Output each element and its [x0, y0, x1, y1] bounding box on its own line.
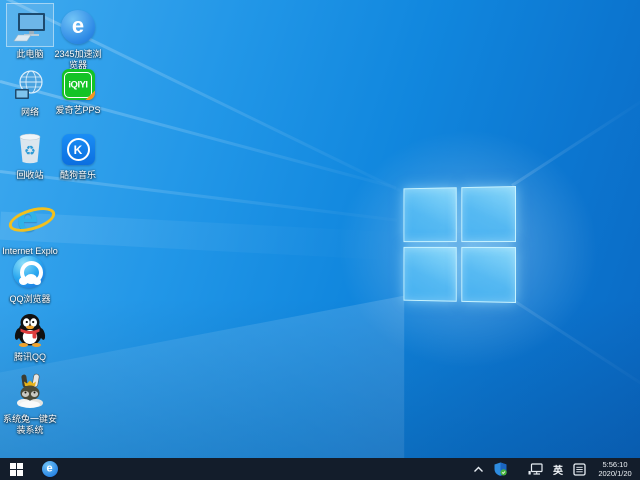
recycle-bin-icon: ♻	[6, 124, 54, 168]
desktop-icon-qq-browser[interactable]: QQ浏览器	[2, 248, 58, 305]
chevron-up-icon	[473, 466, 483, 472]
ethernet-monitor-icon	[528, 462, 543, 475]
ime-keyboard-icon	[573, 462, 586, 476]
computer-monitor-icon	[6, 3, 54, 47]
iqiyi-green-square-icon: iQIYI	[56, 59, 101, 103]
tray-ime-button[interactable]	[572, 458, 587, 480]
kugou-k-circle-icon: K	[56, 124, 101, 168]
system-tray: 英 5:56:10 2020/1/20	[471, 458, 640, 480]
icon-label: 爱奇艺PPS	[55, 105, 101, 115]
wallpaper-ray	[511, 99, 640, 187]
svg-text:♻: ♻	[24, 143, 36, 158]
wallpaper-light-wedge	[0, 295, 405, 480]
desktop-icon-tencent-qq[interactable]: 腾讯QQ	[2, 306, 58, 363]
ie-e-ring-icon: e	[3, 188, 59, 244]
taskbar-pinned-2345-browser[interactable]: e	[33, 458, 66, 480]
icon-label: 系统兔一键安装系统	[2, 414, 57, 435]
icon-label: 此电脑	[16, 49, 44, 59]
wallpaper-ray	[0, 211, 399, 261]
desktop-icon-system-rabbit-installer[interactable]: 系统兔一键安装系统	[2, 368, 58, 436]
desktop-icon-iqiyi-pps[interactable]: iQIYI 爱奇艺PPS	[50, 59, 106, 116]
icon-label: 网络	[20, 107, 39, 117]
taskbar-clock[interactable]: 5:56:10 2020/1/20	[594, 458, 636, 480]
tray-network-button[interactable]	[527, 458, 544, 480]
icon-label: QQ浏览器	[9, 294, 51, 304]
tray-security-button[interactable]	[492, 458, 508, 480]
taskbar: e 英 5:56:10 2020/1/20	[0, 458, 640, 480]
rabbit-on-cloud-icon	[7, 368, 53, 412]
windows-logo-icon	[10, 462, 23, 476]
blue-e-circle-icon: e	[55, 3, 101, 47]
qq-browser-cloud-icon	[7, 248, 53, 292]
windows-wallpaper-logo	[403, 186, 516, 303]
defender-shield-icon	[494, 462, 507, 476]
tray-show-hidden-button[interactable]	[471, 458, 485, 480]
wallpaper-ray	[511, 298, 640, 397]
clock-date: 2020/1/20	[598, 469, 632, 478]
icon-label: 酷狗音乐	[59, 170, 96, 180]
tray-language-indicator[interactable]: 英	[551, 458, 565, 480]
desktop-icon-kugou-music[interactable]: K 酷狗音乐	[50, 124, 106, 181]
globe-monitor-icon	[6, 61, 54, 105]
start-button[interactable]	[0, 458, 33, 480]
clock-time: 5:56:10	[602, 460, 628, 469]
icon-label: 回收站	[16, 170, 44, 180]
blue-e-circle-icon: e	[41, 461, 58, 477]
icon-label: 腾讯QQ	[13, 352, 46, 362]
desktop-background: 此电脑 e 2345加速浏览器 网络 iQIYI 爱奇艺PPS ♻ 回收站 K …	[0, 0, 640, 480]
qq-penguin-icon	[7, 306, 53, 350]
